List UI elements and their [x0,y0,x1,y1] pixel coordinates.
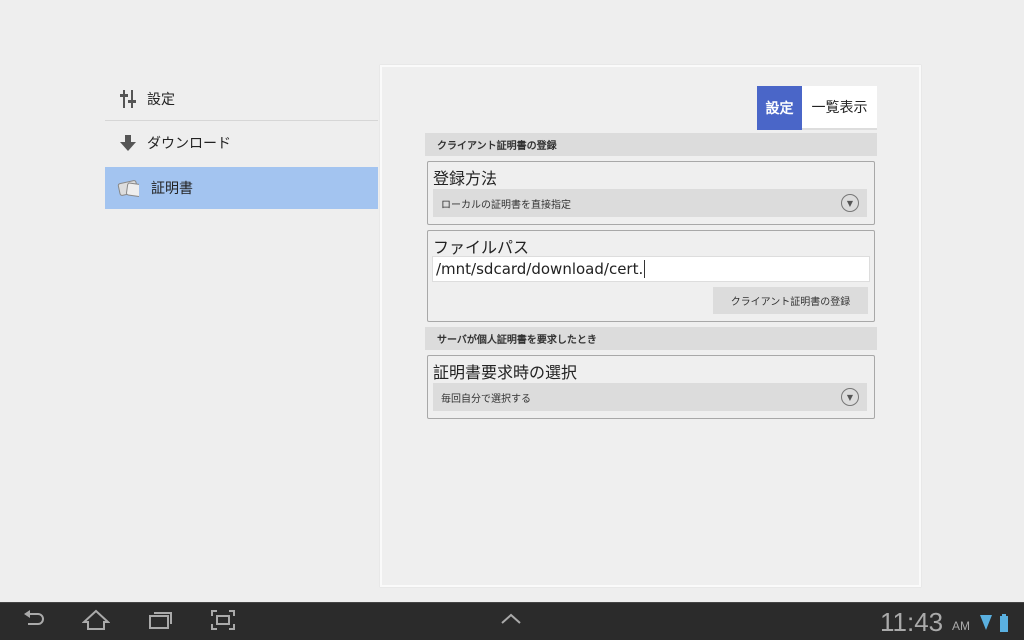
sidebar-item-label: 証明書 [151,181,193,197]
sidebar-item-settings[interactable]: 設定 [105,78,378,120]
tab-settings[interactable]: 設定 [757,86,802,130]
sidebar-item-label: 設定 [147,92,175,108]
file-path-group: ファイルパス /mnt/sdcard/download/cert. クライアント… [427,230,875,322]
file-path-value: /mnt/sdcard/download/cert. [436,260,644,278]
chevron-down-icon: ▼ [841,194,859,212]
chevron-down-icon: ▼ [841,388,859,406]
registration-method-group: 登録方法 ローカルの証明書を直接指定 ▼ [427,161,875,225]
registration-method-title: 登録方法 [433,169,498,188]
chevron-up-icon[interactable] [499,609,523,634]
battery-icon [1000,614,1008,636]
sidebar-item-download[interactable]: ダウンロード [105,122,378,164]
system-navigation-bar: 11:43 AM [0,602,1024,640]
screenshot-icon[interactable] [210,609,236,636]
sidebar-item-label: ダウンロード [147,136,231,152]
sidebar-item-certificate[interactable]: 証明書 [105,167,378,209]
tab-list-view[interactable]: 一覧表示 [802,86,877,130]
wifi-icon [980,615,992,635]
registration-method-select[interactable]: ローカルの証明書を直接指定 ▼ [433,189,867,217]
clock-ampm: AM [952,619,970,633]
register-client-cert-button[interactable]: クライアント証明書の登録 [713,287,868,314]
home-icon[interactable] [81,609,111,636]
recent-apps-icon[interactable] [148,609,174,636]
text-cursor [644,260,646,278]
file-path-input[interactable]: /mnt/sdcard/download/cert. [432,256,870,282]
divider [105,120,378,121]
select-value: 毎回自分で選択する [441,393,531,405]
cert-request-selection-title: 証明書要求時の選択 [433,363,578,382]
cert-request-selection-select[interactable]: 毎回自分で選択する ▼ [433,383,867,411]
cert-request-selection-group: 証明書要求時の選択 毎回自分で選択する ▼ [427,355,875,419]
section-header-client-cert: クライアント証明書の登録 [425,133,877,156]
select-value: ローカルの証明書を直接指定 [441,199,571,211]
clock-time: 11:43 [880,607,944,637]
sliders-icon [117,89,139,109]
certificate-icon [117,178,139,198]
section-header-server-request: サーバが個人証明書を要求したとき [425,327,877,350]
file-path-title: ファイルパス [433,238,530,257]
download-arrow-icon [117,134,139,152]
back-icon[interactable] [22,609,46,636]
